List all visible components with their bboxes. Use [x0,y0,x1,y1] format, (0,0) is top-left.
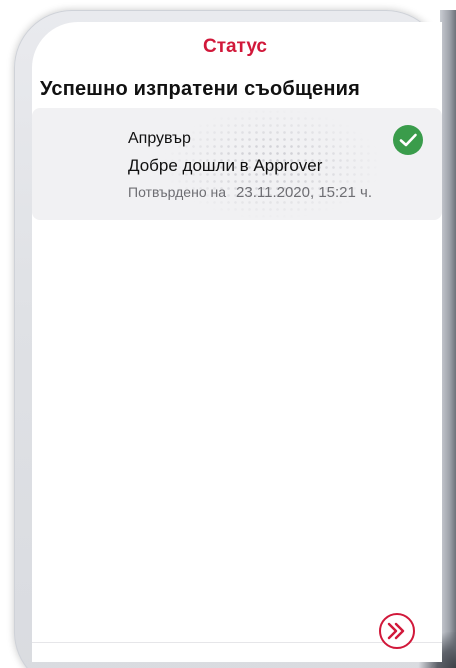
phone-side-edge [440,10,456,668]
page-title: Статус [202,36,268,57]
message-list-item[interactable]: Апрувър Добре дошли в Approver Потвърден… [32,108,442,220]
check-circle-icon [393,125,423,155]
screenshot-stage: Статус Успешно изпратени съобщения Апрув… [0,0,456,668]
confirmed-datetime: 23.11.2020, 15:21 ч. [236,184,373,201]
message-sender: Апрувър [128,130,191,147]
double-chevron-right-icon[interactable] [378,612,416,650]
message-text: Добре дошли в Approver [128,156,323,175]
app-screen: Статус Успешно изпратени съобщения Апрув… [32,22,442,662]
confirmation-row: Потвърдено на 23.11.2020, 15:21 ч. [128,184,372,201]
section-heading: Успешно изпратени съобщения [40,78,360,100]
confirmed-label: Потвърдено на [128,184,227,200]
